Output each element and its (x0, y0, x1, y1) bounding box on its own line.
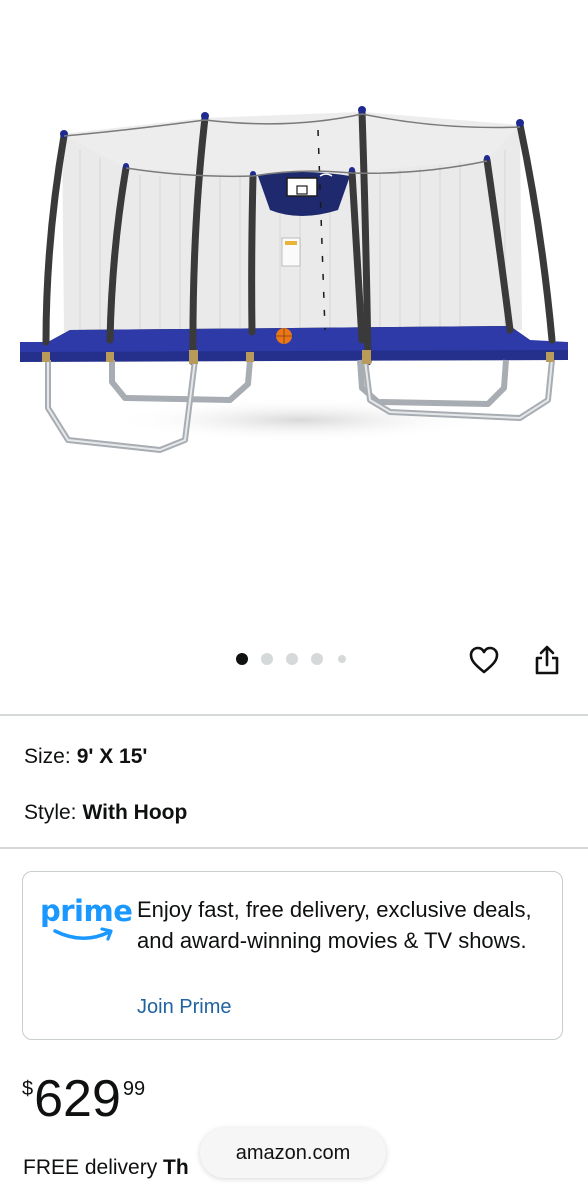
price-fraction: 99 (122, 1078, 146, 1100)
prime-promo-card[interactable]: prime Enjoy fast, free delivery, exclusi… (22, 871, 563, 1040)
product-image[interactable] (0, 0, 588, 640)
wishlist-button[interactable] (466, 642, 502, 678)
url-text: amazon.com (235, 1141, 351, 1164)
trampoline-image (20, 106, 568, 453)
carousel-dot-5[interactable] (338, 655, 346, 663)
price-whole: 629 (34, 1070, 121, 1128)
price: $ 629 99 (22, 1070, 145, 1128)
carousel-dot-1[interactable] (236, 653, 248, 665)
carousel-dot-2[interactable] (261, 653, 273, 665)
join-prime-link[interactable]: Join Prime (137, 996, 231, 1019)
heart-icon (469, 646, 499, 674)
share-icon (535, 645, 559, 675)
prime-description: Enjoy fast, free delivery, exclusive dea… (137, 897, 532, 953)
share-button[interactable] (530, 642, 564, 678)
delivery-prefix: FREE delivery (23, 1156, 158, 1179)
carousel-dot-4[interactable] (311, 653, 323, 665)
prime-logo: prime (40, 894, 133, 944)
divider (0, 714, 588, 716)
carousel-dot-3[interactable] (286, 653, 298, 665)
delivery-message: FREE delivery Th (23, 1156, 189, 1180)
delivery-date: Th (163, 1156, 189, 1179)
style-variation[interactable]: Style: With Hoop (24, 801, 187, 825)
size-variation[interactable]: Size: 9' X 15' (24, 745, 147, 769)
price-currency-symbol: $ (22, 1078, 34, 1100)
prime-logo-text: prime (40, 894, 133, 928)
prime-smile-icon (53, 927, 113, 941)
size-label: Size: (24, 745, 71, 768)
style-label: Style: (24, 801, 77, 824)
style-value: With Hoop (82, 801, 188, 824)
size-value: 9' X 15' (76, 745, 148, 768)
browser-url-bar[interactable]: amazon.com (200, 1128, 386, 1178)
divider (0, 847, 588, 849)
image-carousel-indicator[interactable] (236, 653, 346, 665)
